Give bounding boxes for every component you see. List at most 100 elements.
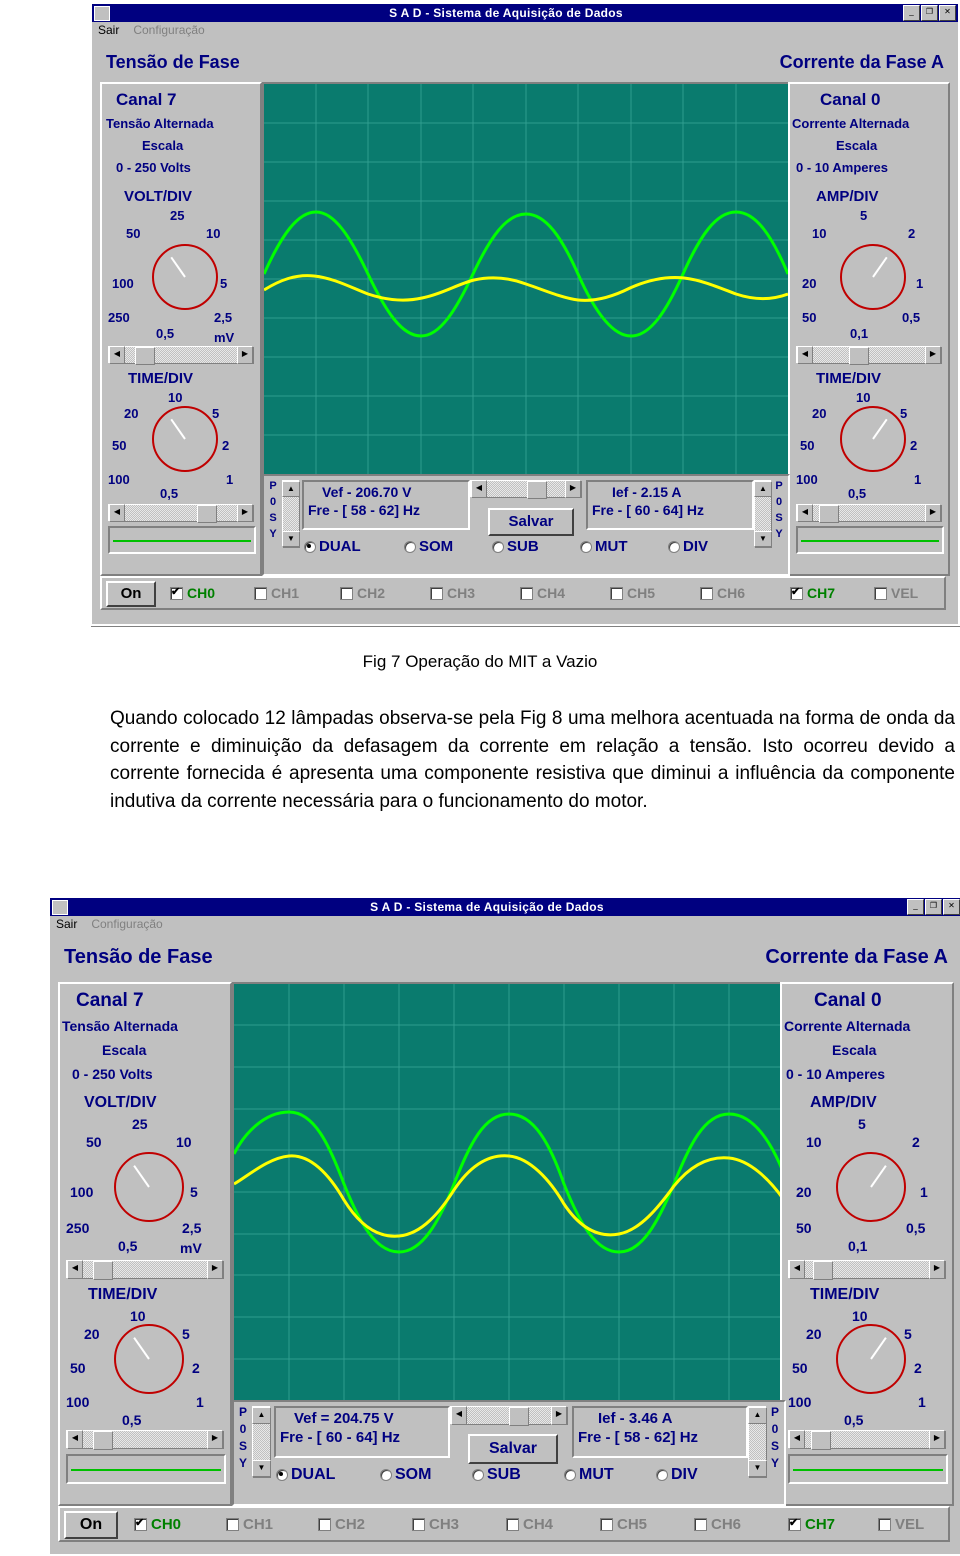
volt-div-scrollbar-2[interactable]: ◀ ▶ — [66, 1260, 224, 1280]
mode-radio-div-1[interactable]: DIV — [668, 538, 708, 555]
scroll-track-6[interactable] — [83, 1261, 207, 1280]
scroll-right-icon-9[interactable]: ▶ — [929, 1430, 945, 1449]
center-scrollbar-2[interactable]: ◀ ▶ — [450, 1406, 568, 1426]
menu-item-sair-1[interactable]: Sair — [96, 23, 121, 37]
menubar-figure-2[interactable]: Sair Configuração — [50, 916, 960, 932]
channel-checkbox-ch3-2[interactable]: CH3 — [412, 1516, 459, 1533]
time-div-knob-left-2[interactable] — [114, 1324, 184, 1394]
checkbox-box-ch3-2[interactable] — [412, 1518, 425, 1531]
spin-track-2[interactable] — [755, 497, 771, 531]
scroll-right-icon-6[interactable]: ▶ — [207, 1260, 223, 1279]
mode-radio-div-2[interactable]: DIV — [656, 1466, 698, 1484]
scroll-track-8[interactable] — [805, 1261, 929, 1280]
spin-track-3[interactable] — [253, 1424, 270, 1460]
time-div-scrollbar-left-1[interactable]: ◀ ▶ — [108, 504, 254, 523]
scroll-track-10[interactable] — [467, 1407, 551, 1426]
minimize-button-1[interactable]: _ — [903, 5, 920, 21]
checkbox-box-ch2-2[interactable] — [318, 1518, 331, 1531]
spin-track-4[interactable] — [749, 1424, 766, 1460]
spin-up-icon-4[interactable]: ▲ — [748, 1407, 767, 1424]
scroll-right-icon-10[interactable]: ▶ — [551, 1406, 567, 1425]
time-div-knob-right-2[interactable] — [836, 1324, 906, 1394]
spin-down-icon-2[interactable]: ▼ — [754, 531, 772, 547]
time-div-scrollbar-right-1[interactable]: ◀ ▶ — [796, 504, 942, 523]
center-scrollbar-1[interactable]: ◀ ▶ — [470, 480, 582, 499]
spin-down-icon-1[interactable]: ▼ — [282, 531, 300, 547]
time-div-scrollbar-left-2[interactable]: ◀ ▶ — [66, 1430, 224, 1450]
scroll-right-icon-7[interactable]: ▶ — [207, 1430, 223, 1449]
scroll-thumb-2[interactable] — [197, 505, 217, 523]
channel-checkbox-ch2-2[interactable]: CH2 — [318, 1516, 365, 1533]
mode-radio-som-1[interactable]: SOM — [404, 538, 453, 555]
scroll-track-3[interactable] — [813, 347, 925, 365]
checkbox-box-ch1-2[interactable] — [226, 1518, 239, 1531]
channel-checkbox-ch7-2[interactable]: CH7 — [788, 1516, 835, 1533]
checkbox-box-ch5-2[interactable] — [600, 1518, 613, 1531]
checkbox-box-ch7-2[interactable] — [788, 1516, 801, 1531]
maximize-button-2[interactable]: ❐ — [925, 899, 942, 915]
channel-checkbox-vel-2[interactable]: VEL — [878, 1516, 924, 1533]
mode-radio-mut-2[interactable]: MUT — [564, 1466, 614, 1484]
psy-left-spinner-2[interactable]: ▲ ▼ — [252, 1406, 271, 1478]
channel-checkbox-ch0-2[interactable]: CH0 — [134, 1516, 181, 1533]
minimize-button-2[interactable]: _ — [907, 899, 924, 915]
sad-window-figure-1[interactable]: S A D - Sistema de Aquisição de Dados _ … — [90, 2, 960, 626]
checkbox-box-ch0-2[interactable] — [134, 1516, 147, 1531]
menu-item-sair-2[interactable]: Sair — [54, 917, 79, 931]
scroll-left-icon-5[interactable]: ◀ — [471, 480, 487, 498]
volt-div-knob-2[interactable] — [114, 1152, 184, 1222]
spin-down-icon-4[interactable]: ▼ — [748, 1460, 767, 1477]
amp-div-scrollbar-2[interactable]: ◀ ▶ — [788, 1260, 946, 1280]
scroll-thumb-3[interactable] — [849, 347, 869, 365]
on-button-1[interactable]: On — [106, 581, 156, 607]
checkbox-box-vel-2[interactable] — [878, 1518, 891, 1531]
psy-right-spinner-2[interactable]: ▲ ▼ — [748, 1406, 767, 1478]
channel-checkbox-ch7-1[interactable]: CH7 — [790, 585, 835, 601]
mode-radio-dual-1[interactable]: DUAL — [304, 538, 361, 555]
channel-checkbox-ch5-2[interactable]: CH5 — [600, 1516, 647, 1533]
checkbox-box-ch6-1[interactable] — [700, 586, 713, 600]
amp-div-knob-2[interactable] — [836, 1152, 906, 1222]
scroll-left-icon-6[interactable]: ◀ — [67, 1260, 83, 1279]
scroll-right-icon-3[interactable]: ▶ — [925, 346, 941, 364]
scroll-left-icon-7[interactable]: ◀ — [67, 1430, 83, 1449]
spin-up-icon-3[interactable]: ▲ — [252, 1407, 271, 1424]
scroll-right-icon-4[interactable]: ▶ — [925, 504, 941, 522]
checkbox-box-ch0-1[interactable] — [170, 585, 183, 600]
channel-checkbox-ch5-1[interactable]: CH5 — [610, 585, 655, 601]
scroll-thumb-6[interactable] — [93, 1261, 113, 1280]
maximize-button-1[interactable]: ❐ — [921, 5, 938, 21]
channel-checkbox-ch3-1[interactable]: CH3 — [430, 585, 475, 601]
checkbox-box-ch2-1[interactable] — [340, 586, 353, 600]
scroll-left-icon-8[interactable]: ◀ — [789, 1260, 805, 1279]
mode-radio-sub-2[interactable]: SUB — [472, 1466, 521, 1484]
close-button-2[interactable]: ✕ — [943, 899, 960, 915]
amp-div-knob-1[interactable] — [840, 244, 906, 310]
scroll-right-icon-2[interactable]: ▶ — [237, 504, 253, 522]
checkbox-box-ch3-1[interactable] — [430, 586, 443, 600]
scroll-thumb-5[interactable] — [527, 481, 547, 499]
scroll-thumb-10[interactable] — [509, 1407, 529, 1426]
channel-checkbox-vel-1[interactable]: VEL — [874, 585, 918, 601]
checkbox-box-ch4-2[interactable] — [506, 1518, 519, 1531]
scroll-thumb-9[interactable] — [811, 1431, 831, 1450]
scroll-left-icon-1[interactable]: ◀ — [109, 346, 125, 364]
scroll-track-1[interactable] — [125, 347, 237, 365]
scroll-thumb-7[interactable] — [93, 1431, 113, 1450]
psy-left-spinner-1[interactable]: ▲ ▼ — [282, 480, 300, 548]
on-button-2[interactable]: On — [64, 1511, 118, 1539]
scroll-left-icon-10[interactable]: ◀ — [451, 1406, 467, 1425]
scroll-left-icon-9[interactable]: ◀ — [789, 1430, 805, 1449]
scroll-thumb-4[interactable] — [819, 505, 839, 523]
psy-right-spinner-1[interactable]: ▲ ▼ — [754, 480, 772, 548]
channel-checkbox-ch6-2[interactable]: CH6 — [694, 1516, 741, 1533]
checkbox-box-ch4-1[interactable] — [520, 586, 533, 600]
scroll-thumb-8[interactable] — [813, 1261, 833, 1280]
scroll-right-icon-5[interactable]: ▶ — [565, 480, 581, 498]
scroll-track-2[interactable] — [125, 505, 237, 523]
volt-div-knob-1[interactable] — [152, 244, 218, 310]
spin-track-1[interactable] — [283, 497, 299, 531]
scroll-left-icon-2[interactable]: ◀ — [109, 504, 125, 522]
salvar-button-1[interactable]: Salvar — [488, 508, 574, 536]
channel-checkbox-ch4-2[interactable]: CH4 — [506, 1516, 553, 1533]
